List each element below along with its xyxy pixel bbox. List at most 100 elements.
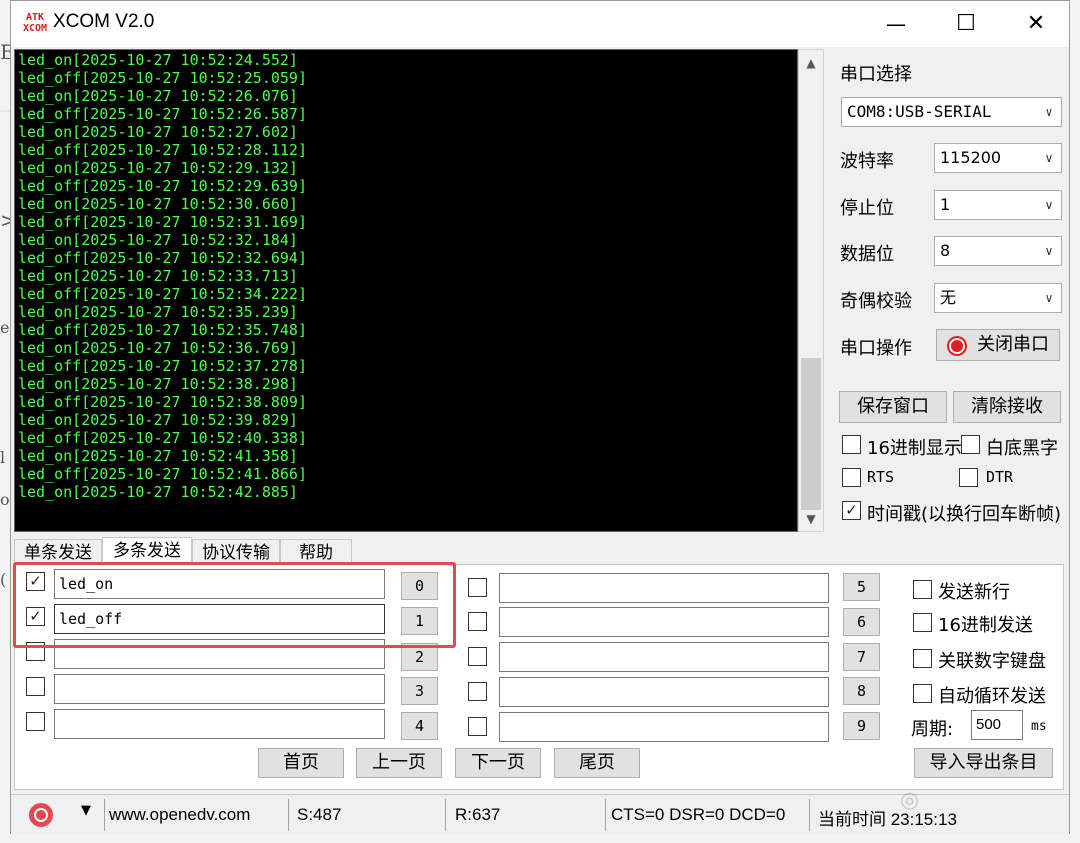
prev-page-button[interactable]: 上一页 <box>356 748 442 778</box>
row-4-checkbox[interactable] <box>26 712 45 731</box>
hex-display-checkbox[interactable] <box>842 435 861 454</box>
terminal-line: led_off[2025-10-27 10:52:34.222] <box>18 285 307 303</box>
save-window-button[interactable]: 保存窗口 <box>839 391 947 423</box>
close-button[interactable]: ✕ <box>1001 1 1071 47</box>
dtr-label: DTR <box>986 468 1014 486</box>
send-button-9[interactable]: 9 <box>843 712 880 740</box>
baud-select[interactable]: 115200 ∨ <box>934 143 1062 173</box>
clear-receive-button[interactable]: 清除接收 <box>953 391 1061 423</box>
terminal-line: led_on[2025-10-27 10:52:42.885] <box>18 483 298 501</box>
close-port-button[interactable]: 关闭串口 <box>936 329 1060 361</box>
chevron-down-icon: ∨ <box>1044 198 1054 212</box>
background-glyph: l <box>0 448 6 467</box>
numpad-checkbox[interactable] <box>913 649 932 668</box>
numpad-label: 关联数字键盘 <box>938 651 1046 672</box>
terminal-line: led_on[2025-10-27 10:52:30.660] <box>18 195 298 213</box>
current-time: 当前时间 23:15:13 <box>818 810 957 829</box>
send-button-7[interactable]: 7 <box>843 643 880 671</box>
next-page-button[interactable]: 下一页 <box>455 748 541 778</box>
databits-select[interactable]: 8 ∨ <box>934 236 1062 266</box>
scroll-up-icon[interactable]: ▲ <box>799 52 823 74</box>
dtr-checkbox[interactable] <box>959 468 978 487</box>
maximize-button[interactable]: ☐ <box>931 1 1001 47</box>
scrollbar-thumb[interactable] <box>801 358 821 510</box>
row-9-checkbox[interactable] <box>468 717 487 736</box>
terminal-line: led_on[2025-10-27 10:52:39.829] <box>18 411 298 429</box>
status-separator <box>605 799 606 831</box>
send-button-3[interactable]: 3 <box>401 677 438 705</box>
period-unit: ms <box>1031 719 1047 734</box>
terminal-line: led_on[2025-10-27 10:52:26.076] <box>18 87 298 105</box>
chevron-down-icon[interactable]: ▼ <box>81 803 91 818</box>
send-button-8[interactable]: 8 <box>843 677 880 705</box>
rts-checkbox[interactable] <box>842 468 861 487</box>
parity-label: 奇偶校验 <box>840 291 912 312</box>
hex-send-label: 16进制发送 <box>938 615 1033 636</box>
send-button-5[interactable]: 5 <box>843 573 880 601</box>
website-link[interactable]: www.openedv.com <box>109 805 250 825</box>
receive-terminal[interactable]: led_on[2025-10-27 10:52:24.552] led_off[2… <box>14 49 798 532</box>
period-input[interactable]: 500 <box>971 710 1023 740</box>
auto-loop-checkbox[interactable] <box>913 684 932 703</box>
baud-label: 波特率 <box>840 151 894 172</box>
port-select[interactable]: COM8:USB-SERIAL ∨ <box>841 97 1062 127</box>
row-5-input[interactable] <box>499 573 829 603</box>
baud-value: 115200 <box>940 148 1002 167</box>
stopbits-value: 1 <box>940 195 951 214</box>
last-page-button[interactable]: 尾页 <box>554 748 640 778</box>
terminal-scrollbar[interactable]: ▲ ▼ <box>798 49 824 532</box>
row-9-input[interactable] <box>499 712 829 742</box>
terminal-line: led_on[2025-10-27 10:52:29.132] <box>18 159 298 177</box>
logo-top-text: ATK <box>25 12 45 23</box>
hex-send-checkbox[interactable] <box>913 613 932 632</box>
rts-label: RTS <box>867 468 895 486</box>
databits-label: 数据位 <box>840 244 894 265</box>
parity-value: 无 <box>940 288 957 307</box>
stopbits-select[interactable]: 1 ∨ <box>934 190 1062 220</box>
row-3-checkbox[interactable] <box>26 677 45 696</box>
chevron-down-icon: ∨ <box>1045 105 1053 119</box>
row-6-checkbox[interactable] <box>468 612 487 631</box>
send-button-4[interactable]: 4 <box>401 712 438 740</box>
send-newline-checkbox[interactable] <box>913 580 932 599</box>
parity-select[interactable]: 无 ∨ <box>934 283 1062 313</box>
tab-multi-send[interactable]: 多条发送 <box>102 537 192 565</box>
terminal-line: led_off[2025-10-27 10:52:38.809] <box>18 393 307 411</box>
status-power-icon[interactable] <box>29 803 53 827</box>
import-export-button[interactable]: 导入导出条目 <box>914 748 1053 778</box>
status-separator <box>104 799 105 831</box>
terminal-line: led_off[2025-10-27 10:52:26.587] <box>18 105 307 123</box>
line-status: CTS=0 DSR=0 DCD=0 <box>611 805 786 824</box>
scroll-down-icon[interactable]: ▼ <box>799 508 823 530</box>
white-bg-checkbox[interactable] <box>961 435 980 454</box>
row-7-input[interactable] <box>499 642 829 672</box>
status-separator <box>288 799 289 831</box>
row-7-checkbox[interactable] <box>468 647 487 666</box>
title-bar[interactable]: ATK XCOM XCOM V2.0 — ☐ ✕ <box>11 1 1069 47</box>
databits-value: 8 <box>940 241 951 260</box>
terminal-line: led_off[2025-10-27 10:52:32.694] <box>18 249 307 267</box>
annotation-highlight-box <box>13 562 456 648</box>
white-bg-label: 白底黑字 <box>986 438 1058 459</box>
row-5-checkbox[interactable] <box>468 578 487 597</box>
terminal-line: led_on[2025-10-27 10:52:32.184] <box>18 231 298 249</box>
row-4-input[interactable] <box>54 709 385 739</box>
row-8-checkbox[interactable] <box>468 682 487 701</box>
timestamp-checkbox[interactable]: ✓ <box>842 501 861 520</box>
logo-bottom-text: XCOM <box>23 23 48 34</box>
first-page-button[interactable]: 首页 <box>258 748 344 778</box>
send-button-6[interactable]: 6 <box>843 608 880 636</box>
terminal-line: led_off[2025-10-27 10:52:31.169] <box>18 213 307 231</box>
chevron-down-icon: ∨ <box>1044 244 1054 258</box>
minimize-button[interactable]: — <box>861 1 931 47</box>
terminal-line: led_on[2025-10-27 10:52:24.552] <box>18 51 298 69</box>
background-line <box>0 110 10 112</box>
terminal-line: led_on[2025-10-27 10:52:36.769] <box>18 339 298 357</box>
row-6-input[interactable] <box>499 607 829 637</box>
port-select-label: 串口选择 <box>840 64 912 85</box>
terminal-line: led_on[2025-10-27 10:52:27.602] <box>18 123 298 141</box>
terminal-line: led_off[2025-10-27 10:52:41.866] <box>18 465 307 483</box>
row-3-input[interactable] <box>54 674 385 704</box>
operation-label: 串口操作 <box>840 338 912 359</box>
row-8-input[interactable] <box>499 677 829 707</box>
